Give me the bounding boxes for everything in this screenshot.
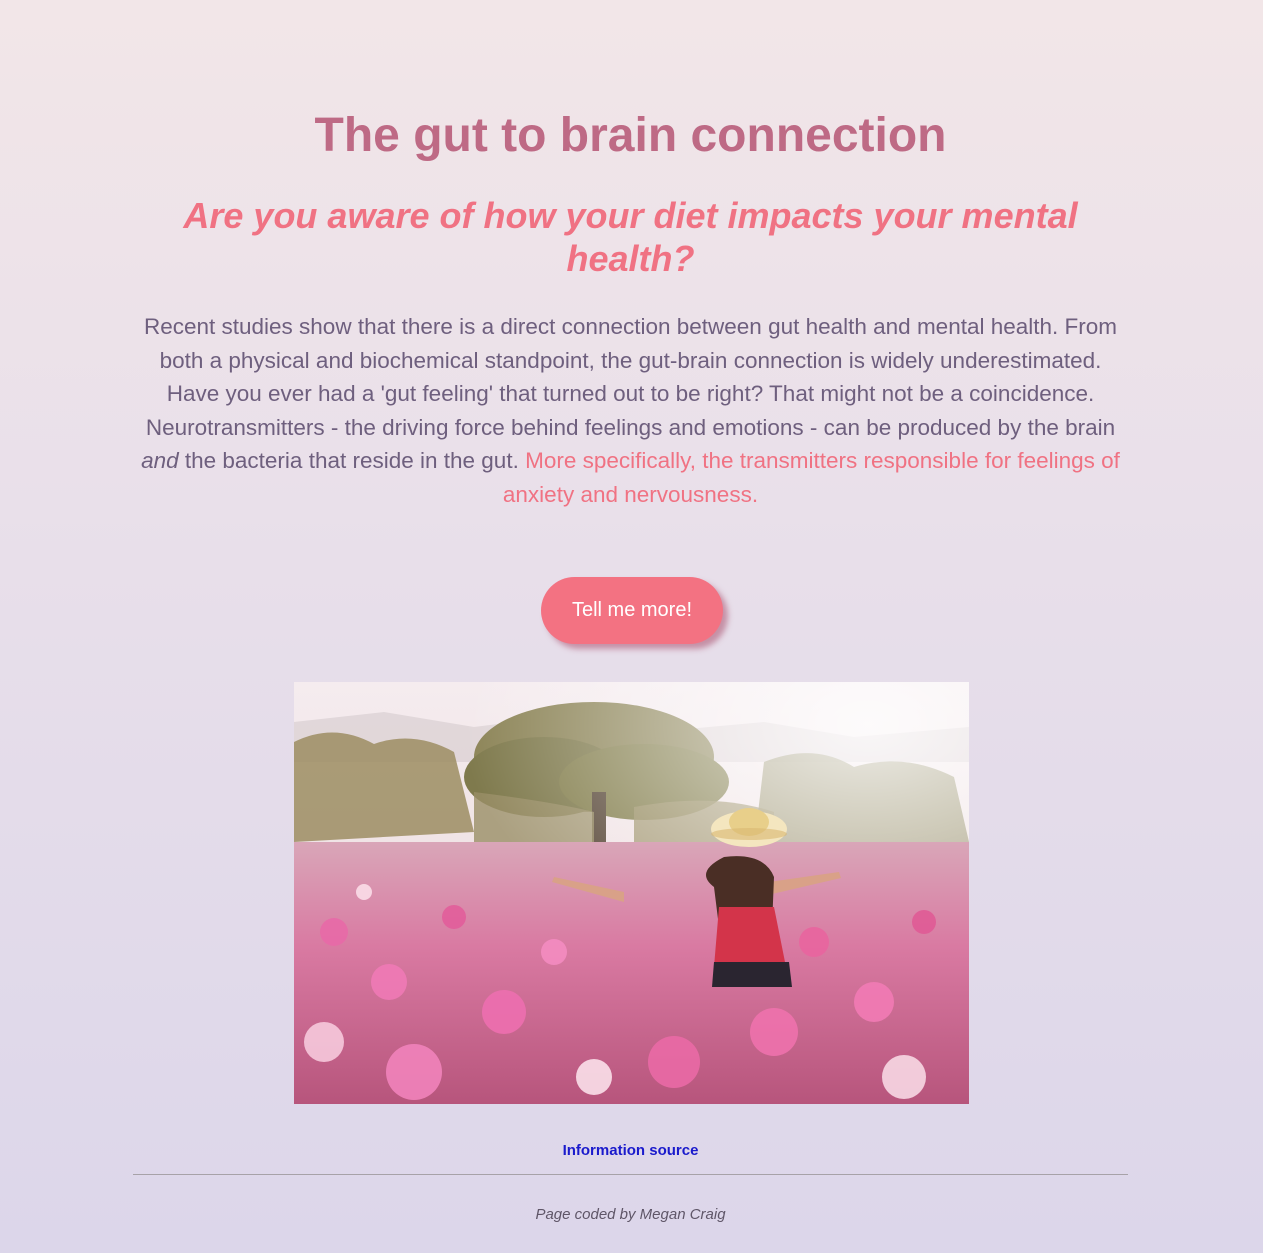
- hero-image: [294, 682, 969, 1104]
- intro-paragraph: Recent studies show that there is a dire…: [133, 310, 1128, 512]
- tell-me-more-button[interactable]: Tell me more!: [541, 577, 723, 644]
- footer-credit: Page coded by Megan Craig: [535, 1206, 726, 1223]
- intro-text-3: the bacteria that reside in the gut.: [178, 448, 526, 474]
- page-title: The gut to brain connection: [314, 109, 947, 162]
- intro-highlight: More specifically, the transmitters resp…: [502, 448, 1120, 507]
- intro-text-2: Have you ever had a 'gut feeling' that t…: [145, 381, 1116, 440]
- intro-text-1: Recent studies show that there is a dire…: [143, 314, 1118, 373]
- footer-divider: [133, 1174, 1128, 1175]
- information-source-link[interactable]: Information source: [133, 1141, 1128, 1161]
- intro-emphasis: and: [141, 448, 179, 474]
- page-subtitle: Are you aware of how your diet impacts y…: [183, 195, 1078, 279]
